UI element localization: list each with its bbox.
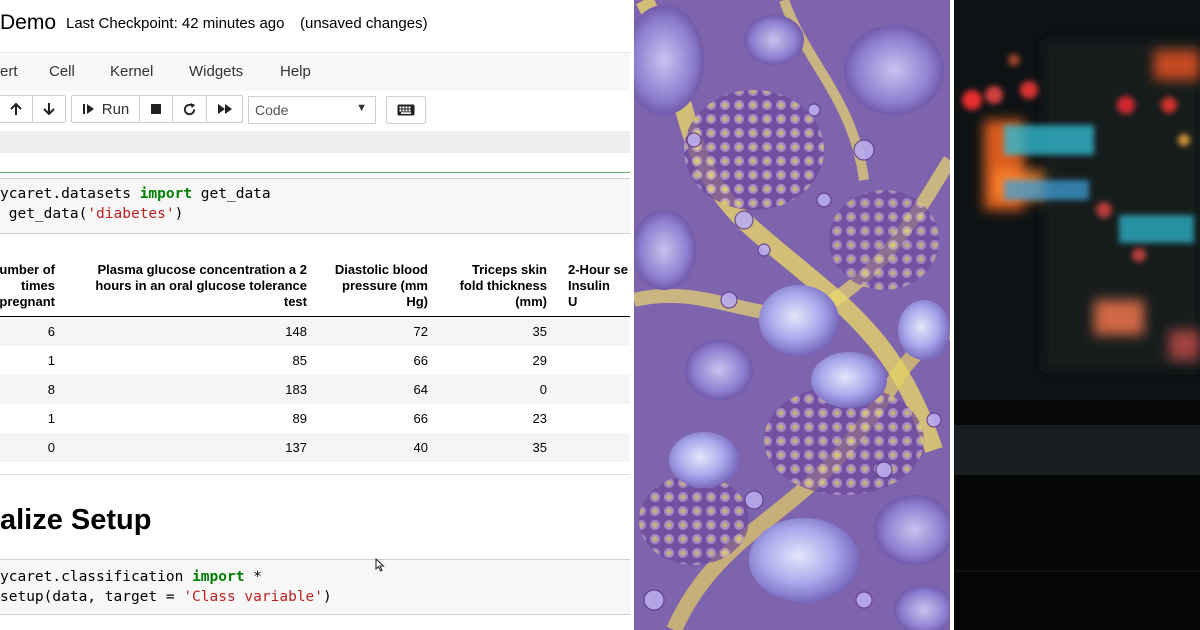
- arrow-up-icon: [9, 102, 22, 115]
- interrupt-button[interactable]: [140, 96, 173, 122]
- column-header: 2-Hour se Insulin U: [568, 262, 628, 309]
- table-cell: 72: [413, 324, 428, 339]
- move-cell-group: [0, 95, 66, 123]
- menu-help[interactable]: Help: [280, 63, 311, 80]
- code-line: setup(data, target = 'Class variable'): [0, 589, 332, 605]
- table-cell: 1: [47, 353, 55, 368]
- toolbar-divider-band: [0, 131, 634, 153]
- jupyter-notebook-panel: Demo Last Checkpoint: 42 minutes ago (un…: [0, 0, 634, 630]
- code-line: ycaret.datasets import get_data: [0, 186, 271, 202]
- cell-type-value: Code: [255, 102, 289, 118]
- table-cell: 148: [285, 324, 307, 339]
- table-cell: 29: [532, 353, 547, 368]
- table-cell: 35: [532, 324, 547, 339]
- fast-forward-icon: [217, 104, 232, 114]
- run-controls-group: Run: [71, 95, 243, 123]
- mouse-pointer-icon: [375, 558, 385, 572]
- table-cell: 64: [413, 382, 428, 397]
- code-cell-setup[interactable]: ycaret.classification import * setup(dat…: [0, 559, 634, 615]
- cell-separator: [0, 474, 634, 475]
- table-row: 6 148 72 35: [0, 317, 634, 346]
- code-cell-load-data[interactable]: ycaret.datasets import get_data get_data…: [0, 178, 634, 234]
- unsaved-changes-indicator: (unsaved changes): [300, 15, 428, 32]
- checkpoint-status: Last Checkpoint: 42 minutes ago: [66, 15, 285, 32]
- table-cell: 66: [413, 353, 428, 368]
- column-header: Triceps skin fold thickness (mm): [459, 262, 547, 309]
- table-row: 1 89 66 23: [0, 404, 634, 433]
- restart-icon: [183, 102, 196, 115]
- chevron-down-icon: ▼: [356, 102, 367, 114]
- menu-kernel[interactable]: Kernel: [110, 63, 153, 80]
- command-palette-button[interactable]: [386, 96, 426, 124]
- city-bokeh-illustration: [954, 0, 1200, 630]
- table-cell: 0: [47, 440, 55, 455]
- table-cell: 8: [47, 382, 55, 397]
- menu-cell[interactable]: Cell: [49, 63, 75, 80]
- table-cell: 6: [47, 324, 55, 339]
- night-city-bokeh-image: [954, 0, 1200, 630]
- run-label: Run: [101, 100, 130, 118]
- table-cell: 40: [413, 440, 428, 455]
- run-button[interactable]: Run: [72, 96, 140, 122]
- keyboard-icon: [397, 104, 415, 116]
- markdown-heading: alize Setup: [0, 504, 152, 536]
- table-row: 0 137 40 35: [0, 433, 634, 462]
- table-cell: 85: [292, 353, 307, 368]
- table-cell: 137: [285, 440, 307, 455]
- table-cell: 0: [539, 382, 547, 397]
- column-header: Diastolic blood pressure (mm Hg): [334, 262, 428, 309]
- menu-bar: ert Cell Kernel Widgets Help: [0, 52, 634, 92]
- selected-cell-border: [0, 172, 634, 173]
- table-cell: 1: [47, 411, 55, 426]
- code-line: ycaret.classification import *: [0, 569, 262, 585]
- fluid-art-illustration: [634, 0, 950, 630]
- menu-insert[interactable]: ert: [0, 63, 18, 80]
- move-down-button[interactable]: [33, 96, 65, 122]
- arrow-down-icon: [43, 103, 55, 116]
- notebook-header: Demo Last Checkpoint: 42 minutes ago (un…: [0, 0, 634, 50]
- table-cell: 35: [532, 440, 547, 455]
- column-header: Plasma glucose concentration a 2 hours i…: [95, 262, 307, 309]
- table-cell: 23: [532, 411, 547, 426]
- fluid-art-image: [634, 0, 950, 630]
- stop-icon: [151, 104, 161, 114]
- menu-widgets[interactable]: Widgets: [189, 63, 243, 80]
- notebook-title[interactable]: Demo: [0, 11, 56, 35]
- table-cell: 89: [292, 411, 307, 426]
- table-cell: 66: [413, 411, 428, 426]
- cell-type-select[interactable]: Code ▼: [248, 96, 376, 124]
- column-header: umber of times pregnant: [0, 262, 55, 309]
- move-up-button[interactable]: [0, 96, 33, 122]
- table-row: 1 85 66 29: [0, 346, 634, 375]
- table-cell: 183: [285, 382, 307, 397]
- code-line: get_data('diabetes'): [0, 206, 184, 222]
- restart-kernel-button[interactable]: [173, 96, 207, 122]
- table-row: 8 183 64 0: [0, 375, 634, 404]
- restart-run-all-button[interactable]: [207, 96, 242, 122]
- run-icon: [82, 104, 94, 114]
